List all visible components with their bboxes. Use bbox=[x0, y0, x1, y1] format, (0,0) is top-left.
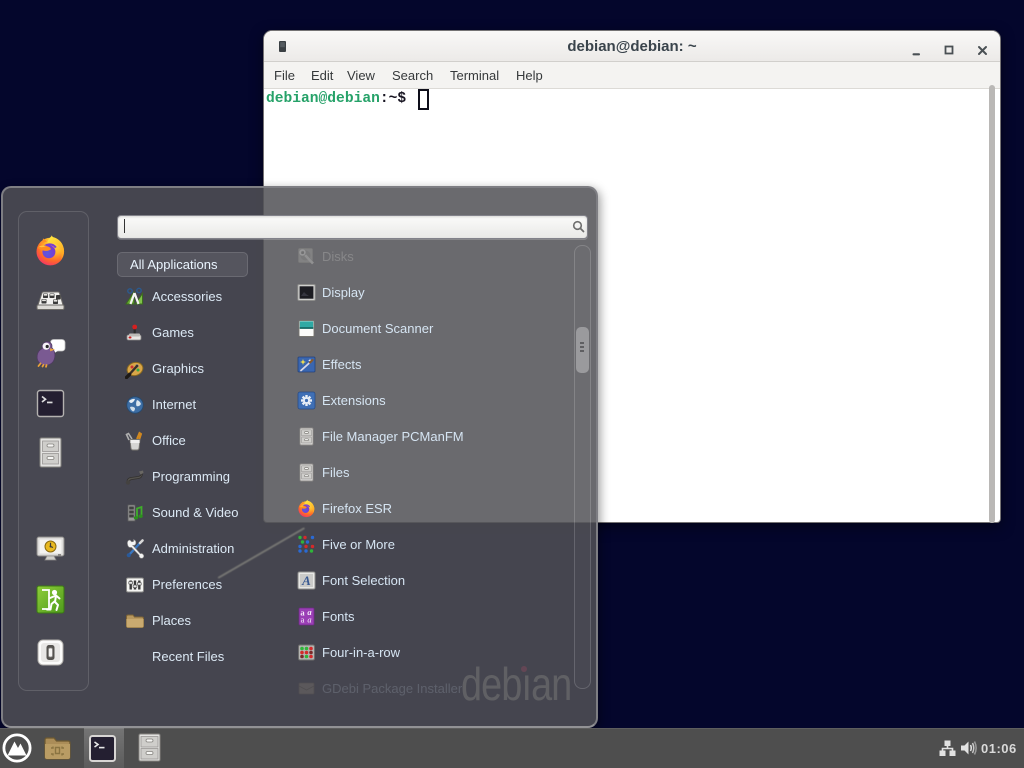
svg-text:a: a bbox=[301, 615, 305, 625]
svg-text:A: A bbox=[301, 573, 311, 588]
svg-text:a: a bbox=[307, 615, 311, 625]
